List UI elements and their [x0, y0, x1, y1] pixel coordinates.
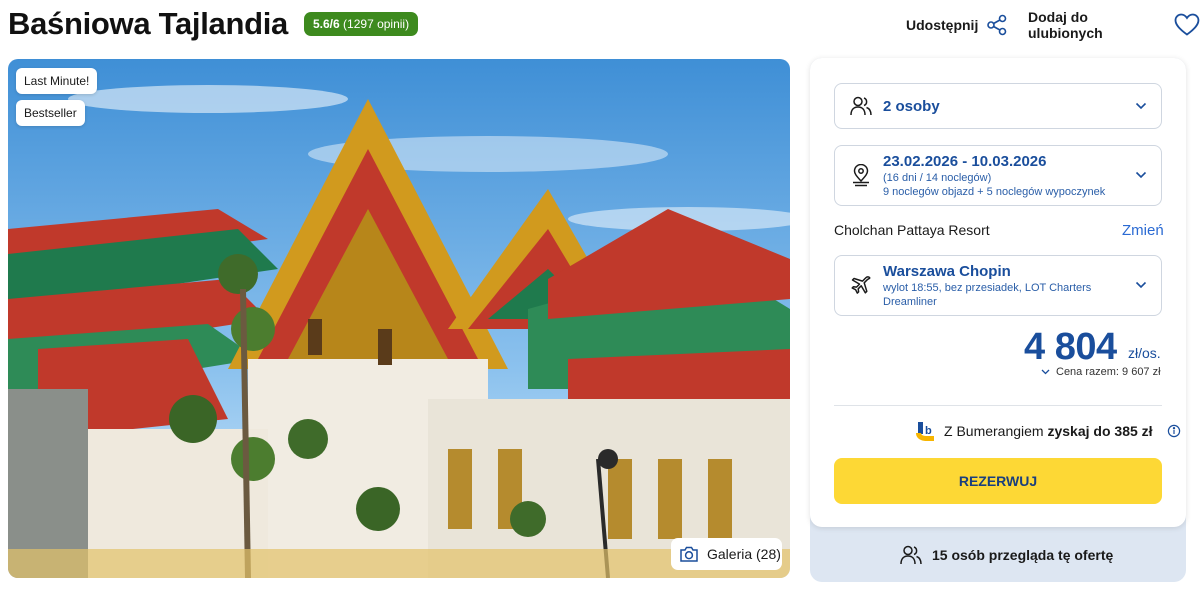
camera-icon: [680, 546, 698, 562]
bumerang-info: b Z Bumerangiem zyskaj do 385 zł: [914, 420, 1181, 442]
nights-detail: 9 noclegów objazd + 5 noclegów wypoczyne…: [883, 186, 1106, 198]
chevron-down-icon: [1135, 171, 1147, 179]
bumerang-prefix: Z Bumerangiem: [944, 423, 1044, 439]
flight-detail-line2: Dreamliner: [883, 296, 937, 308]
gallery-button[interactable]: Galeria (28): [671, 538, 782, 570]
share-label: Udostępnij: [906, 17, 979, 33]
chevron-down-icon: [1135, 281, 1147, 289]
favorite-label: Dodaj do ulubionych: [1028, 9, 1103, 41]
dates-select[interactable]: 23.02.2026 - 10.03.2026 (16 dni / 14 noc…: [834, 145, 1162, 206]
total-price: Cena razem: 9 607 zł: [1056, 366, 1161, 378]
flight-detail-line1: wylot 18:55, bez przesiadek, LOT Charter…: [883, 282, 1092, 294]
plane-icon: [851, 276, 871, 294]
viewers-info: 15 osób przegląda tę ofertę: [900, 544, 1113, 566]
chevron-down-icon: [1135, 102, 1147, 110]
gallery-label: Galeria (28): [707, 546, 781, 562]
dates-value: 23.02.2026 - 10.03.2026: [883, 153, 1047, 170]
share-button[interactable]: Udostępnij: [906, 12, 1008, 38]
divider: [834, 405, 1162, 406]
add-to-favorites-button[interactable]: Dodaj do ulubionych: [1028, 9, 1200, 41]
bumerang-logo-icon: b: [916, 422, 934, 441]
hero-image[interactable]: [8, 59, 790, 578]
badge-last-minute: Last Minute!: [16, 68, 98, 94]
total-price-toggle[interactable]: Cena razem: 9 607 zł: [1041, 366, 1161, 378]
bumerang-amount: zyskaj do 385 zł: [1047, 423, 1153, 439]
hotel-name: Cholchan Pattaya Resort: [834, 222, 990, 238]
badge-bestseller: Bestseller: [16, 100, 85, 126]
price-per-person: 4 804: [1024, 326, 1117, 368]
reserve-button[interactable]: REZERWUJ: [834, 458, 1162, 504]
info-icon[interactable]: [1167, 424, 1181, 438]
rating-score: 5.6/6: [313, 17, 340, 31]
rating-reviews: (1297 opinii): [343, 17, 410, 31]
svg-text:b: b: [925, 425, 932, 437]
rating-badge[interactable]: 5.6/6 (1297 opinii): [304, 12, 419, 36]
calendar-pin-icon: [853, 164, 869, 187]
heart-icon: [1174, 13, 1200, 36]
chevron-down-icon: [1041, 369, 1050, 375]
persons-value: 2 osoby: [883, 98, 940, 115]
price-unit: zł/os.: [1128, 345, 1161, 361]
persons-select[interactable]: 2 osoby: [834, 83, 1162, 129]
departure-airport: Warszawa Chopin: [883, 263, 1011, 280]
flight-select[interactable]: Warszawa Chopin wylot 18:55, bez przesia…: [834, 255, 1162, 316]
viewers-text: 15 osób przegląda tę ofertę: [932, 547, 1114, 563]
people-icon: [900, 545, 922, 565]
duration-value: (16 dni / 14 noclegów): [883, 172, 992, 184]
change-hotel-link[interactable]: Zmień: [1122, 222, 1164, 239]
share-icon: [987, 14, 1007, 36]
page-title: Baśniowa Tajlandia: [8, 6, 288, 41]
people-icon: [850, 96, 872, 116]
temple-illustration: [8, 59, 790, 578]
